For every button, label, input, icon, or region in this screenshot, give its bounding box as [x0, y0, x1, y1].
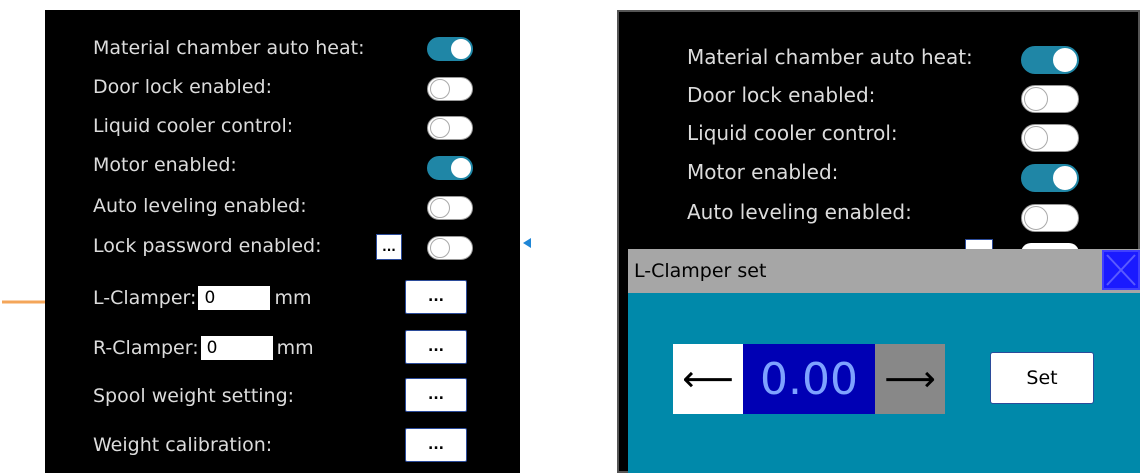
l-clamper-unit: mm [274, 287, 312, 309]
liquid-cooler-toggle[interactable] [427, 116, 473, 140]
toggle-knob [1053, 166, 1077, 190]
setting-row-motor: Motor enabled: [93, 150, 237, 180]
l-clamper-input[interactable]: 0 [198, 286, 271, 310]
motor-enabled-toggle[interactable] [427, 156, 473, 180]
toggle-knob [1024, 206, 1048, 230]
setting-label: Liquid cooler control: [687, 121, 898, 145]
setting-label: Door lock enabled: [687, 83, 876, 107]
setting-label: Material chamber auto heat: [93, 37, 365, 59]
toggle-knob [1053, 48, 1077, 72]
close-icon [1102, 250, 1140, 290]
weight-calibration-row: Weight calibration: [93, 430, 272, 460]
setting-label: Auto leveling enabled: [93, 195, 307, 217]
l-clamper-edit-button[interactable]: ... [405, 280, 467, 314]
auto-leveling-toggle[interactable] [427, 196, 473, 220]
auto-leveling-toggle[interactable] [1021, 204, 1079, 232]
arrow-right-icon: ⟶ [884, 358, 936, 400]
l-clamper-row: L-Clamper: 0 mm [93, 283, 311, 313]
clamper-value-display: 0.00 [743, 344, 875, 414]
arrow-left-icon: ⟵ [682, 358, 734, 400]
motor-enabled-toggle[interactable] [1021, 164, 1079, 192]
setting-row-liquid-cooler: Liquid cooler control: [93, 111, 293, 141]
door-lock-toggle[interactable] [1021, 85, 1079, 113]
scroll-indicator-icon [523, 238, 531, 248]
increment-button[interactable]: ⟶ [875, 344, 945, 414]
setting-label: Auto leveling enabled: [687, 200, 912, 224]
material-chamber-auto-heat-toggle[interactable] [1021, 46, 1079, 74]
setting-label: Door lock enabled: [93, 76, 272, 98]
setting-label: Liquid cooler control: [93, 115, 294, 137]
r-clamper-label: R-Clamper: [93, 337, 199, 359]
settings-panel-left: Material chamber auto heat: Door lock en… [45, 10, 520, 473]
decrement-button[interactable]: ⟵ [673, 344, 743, 414]
door-lock-toggle[interactable] [427, 77, 473, 101]
toggle-knob [451, 158, 471, 178]
setting-label: Material chamber auto heat: [687, 45, 973, 69]
spool-weight-label: Spool weight setting: [93, 385, 295, 407]
l-clamper-dialog: L-Clamper set ⟵ 0.00 ⟶ Set [628, 249, 1140, 473]
setting-row-auto-leveling: Auto leveling enabled: [687, 197, 912, 227]
setting-row-lock-password: Lock password enabled: [93, 231, 321, 261]
spool-weight-edit-button[interactable]: ... [405, 378, 467, 412]
dialog-title: L-Clamper set [628, 249, 1140, 293]
toggle-knob [1024, 87, 1048, 111]
lock-password-toggle[interactable] [427, 236, 473, 260]
setting-row-liquid-cooler: Liquid cooler control: [687, 118, 898, 148]
toggle-knob [430, 79, 450, 99]
toggle-knob [451, 39, 471, 59]
l-clamper-label: L-Clamper: [93, 287, 197, 309]
setting-row-motor: Motor enabled: [687, 157, 838, 187]
toggle-knob [1024, 126, 1048, 150]
r-clamper-edit-button[interactable]: ... [405, 330, 467, 364]
toggle-knob [430, 118, 450, 138]
setting-label: Lock password enabled: [93, 235, 322, 257]
setting-row-material-chamber: Material chamber auto heat: [93, 33, 365, 63]
spool-weight-row: Spool weight setting: [93, 381, 294, 411]
weight-calibration-edit-button[interactable]: ... [405, 428, 467, 462]
liquid-cooler-toggle[interactable] [1021, 124, 1079, 152]
r-clamper-input[interactable]: 0 [200, 336, 273, 360]
r-clamper-row: R-Clamper: 0 mm [93, 333, 314, 363]
dialog-body: ⟵ 0.00 ⟶ Set [628, 293, 1140, 473]
toggle-knob [430, 198, 450, 218]
setting-row-door-lock: Door lock enabled: [93, 72, 272, 102]
setting-row-material-chamber: Material chamber auto heat: [687, 42, 973, 72]
weight-calibration-label: Weight calibration: [93, 434, 273, 456]
r-clamper-unit: mm [276, 337, 314, 359]
setting-label: Motor enabled: [93, 154, 237, 176]
close-button[interactable] [1102, 250, 1140, 290]
lock-password-edit-button[interactable]: ... [376, 234, 402, 260]
set-button[interactable]: Set [990, 352, 1094, 404]
setting-row-auto-leveling: Auto leveling enabled: [93, 191, 307, 221]
setting-row-door-lock: Door lock enabled: [687, 80, 875, 110]
material-chamber-auto-heat-toggle[interactable] [427, 37, 473, 61]
setting-label: Motor enabled: [687, 160, 839, 184]
toggle-knob [430, 238, 450, 258]
